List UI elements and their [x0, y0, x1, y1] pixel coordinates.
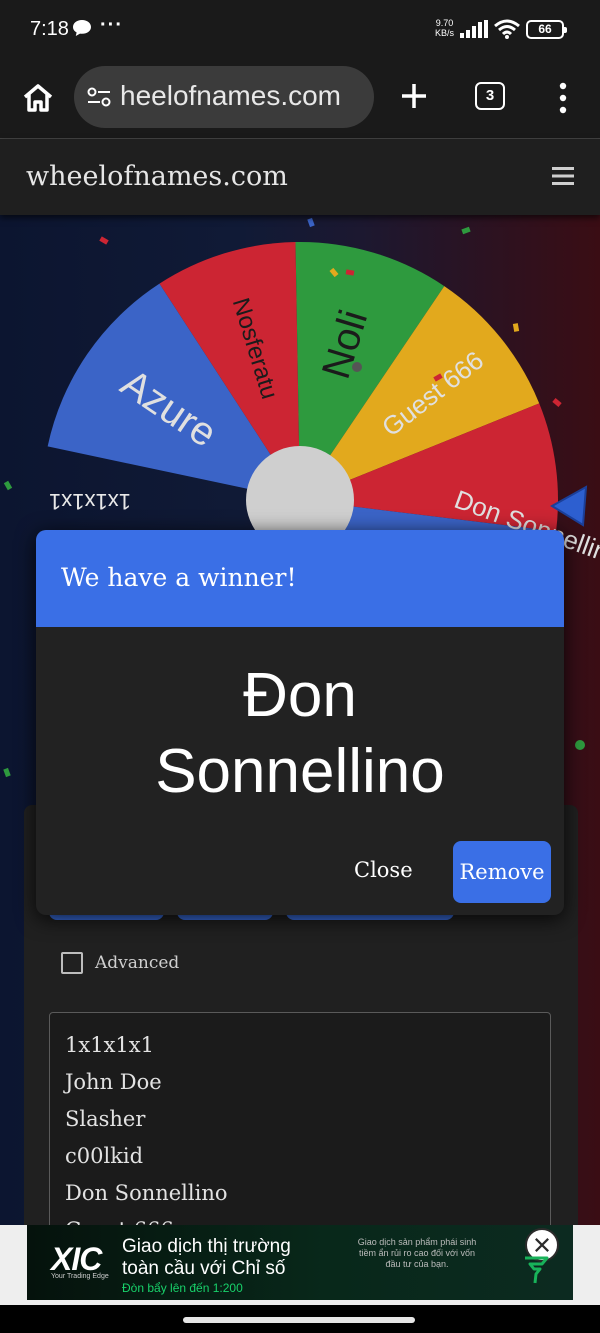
adchoices-icon[interactable]: [522, 1255, 550, 1285]
remove-button[interactable]: Remove: [453, 841, 551, 903]
ad-headline-2: toàn cầu với Chỉ số: [122, 1258, 286, 1279]
advanced-checkbox[interactable]: [61, 952, 83, 974]
site-logo[interactable]: wheelofnames.com: [26, 161, 288, 192]
ad-leverage: Đòn bẩy lên đến 1:200: [122, 1281, 243, 1295]
address-bar[interactable]: heelofnames.com: [74, 66, 374, 128]
tab-switcher-button[interactable]: 3: [475, 82, 505, 110]
network-speed: 9.70 KB/s: [435, 18, 455, 38]
url-text: heelofnames.com: [120, 80, 342, 111]
chat-bubble-icon: [73, 20, 91, 36]
dialog-title: We have a winner!: [61, 563, 297, 592]
confetti-dot: [352, 362, 362, 372]
name-list-item: Slasher: [65, 1107, 146, 1131]
home-gesture-pill[interactable]: [183, 1317, 415, 1323]
names-textarea[interactable]: 1x1x1x1 John Doe Slasher c00lkid Don Sonnell…: [49, 1012, 551, 1225]
status-time: 7:18: [30, 18, 69, 40]
ad-disclaimer: Giao dịch sản phẩm phái sinh tiềm ẩn rủi…: [357, 1237, 477, 1269]
hamburger-menu-icon[interactable]: [552, 166, 574, 186]
site-header: wheelofnames.com: [0, 139, 600, 215]
name-list-item: John Doe: [65, 1070, 162, 1094]
status-bar: 7:18 ··· 9.70 KB/s 66: [0, 0, 600, 60]
name-list-item: Don Sonnellino: [65, 1181, 228, 1205]
ad-creative[interactable]: XIC Your Trading Edge Giao dịch thị trườ…: [27, 1225, 573, 1300]
ad-headline-1: Giao dịch thị trường: [122, 1236, 291, 1257]
new-tab-icon[interactable]: [396, 78, 432, 114]
winner-dialog: We have a winner! Đon Sonnellino Close R…: [36, 530, 564, 915]
ad-banner[interactable]: XIC Your Trading Edge Giao dịch thị trườ…: [0, 1225, 600, 1305]
browser-menu-icon[interactable]: [555, 80, 571, 116]
wheel-segment-label: 1x1x1x1: [49, 489, 131, 514]
winner-name: Đon Sonnellino: [155, 661, 445, 806]
advanced-label: Advanced: [95, 953, 180, 973]
more-notifications-icon: ···: [100, 14, 123, 36]
signal-icon: [460, 20, 488, 38]
browser-toolbar: heelofnames.com 3: [0, 60, 600, 138]
name-list-item: 1x1x1x1: [65, 1033, 154, 1057]
battery-indicator: 66: [526, 20, 567, 39]
site-settings-icon[interactable]: [86, 86, 112, 108]
system-nav-bar: [0, 1305, 600, 1333]
dialog-header: We have a winner!: [36, 530, 564, 627]
name-list-item: c00lkid: [65, 1144, 144, 1168]
home-icon[interactable]: [18, 78, 58, 118]
name-list-item: Guest 666: [65, 1218, 174, 1225]
ad-tagline: Your Trading Edge: [51, 1273, 109, 1280]
wifi-icon: [494, 19, 520, 39]
close-button[interactable]: Close: [354, 858, 413, 882]
